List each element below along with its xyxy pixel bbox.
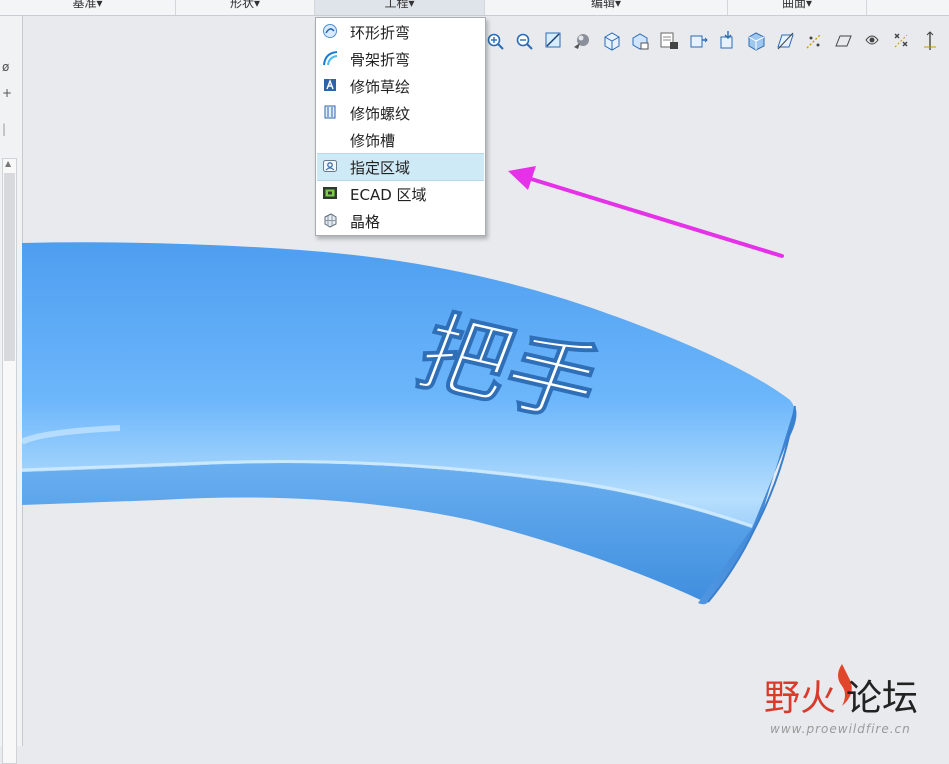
menu-item-cosmetic-thread[interactable]: 修饰螺纹: [317, 100, 484, 126]
menu-item-lattice[interactable]: 晶格: [317, 208, 484, 234]
menu-item-spinal-bend[interactable]: 骨架折弯: [317, 46, 484, 72]
menu-item-cosmetic-sketch[interactable]: 修饰草绘: [317, 73, 484, 99]
menu-item-ecad-area[interactable]: ECAD 区域: [317, 181, 484, 207]
lattice-icon: [324, 213, 337, 228]
watermark-brand-dark: 论坛: [846, 678, 918, 719]
watermark-domain: www.proewildfire.cn: [770, 722, 911, 736]
menu-item-toroidal-bend[interactable]: 环形折弯: [317, 19, 484, 45]
forum-watermark-logo: 野火 论坛: [764, 664, 918, 719]
watermark-brand-red: 野火: [764, 678, 836, 719]
ecad-area-icon: [323, 187, 337, 199]
designate-area-icon: [323, 160, 337, 172]
spinal-bend-icon: [323, 51, 338, 66]
cosmetic-thread-icon: [324, 105, 336, 119]
engineering-dropdown-menu: 环形折弯 骨架折弯 修饰草绘 修饰螺纹 修饰槽 指定区域 ECAD 区域 晶格: [315, 17, 486, 236]
annotation-arrow: [508, 166, 784, 258]
toroidal-bend-icon: [323, 24, 337, 38]
cosmetic-sketch-icon: [324, 79, 336, 91]
menu-item-cosmetic-groove[interactable]: 修饰槽: [317, 127, 484, 153]
menu-item-designate-area[interactable]: 指定区域: [317, 153, 484, 181]
